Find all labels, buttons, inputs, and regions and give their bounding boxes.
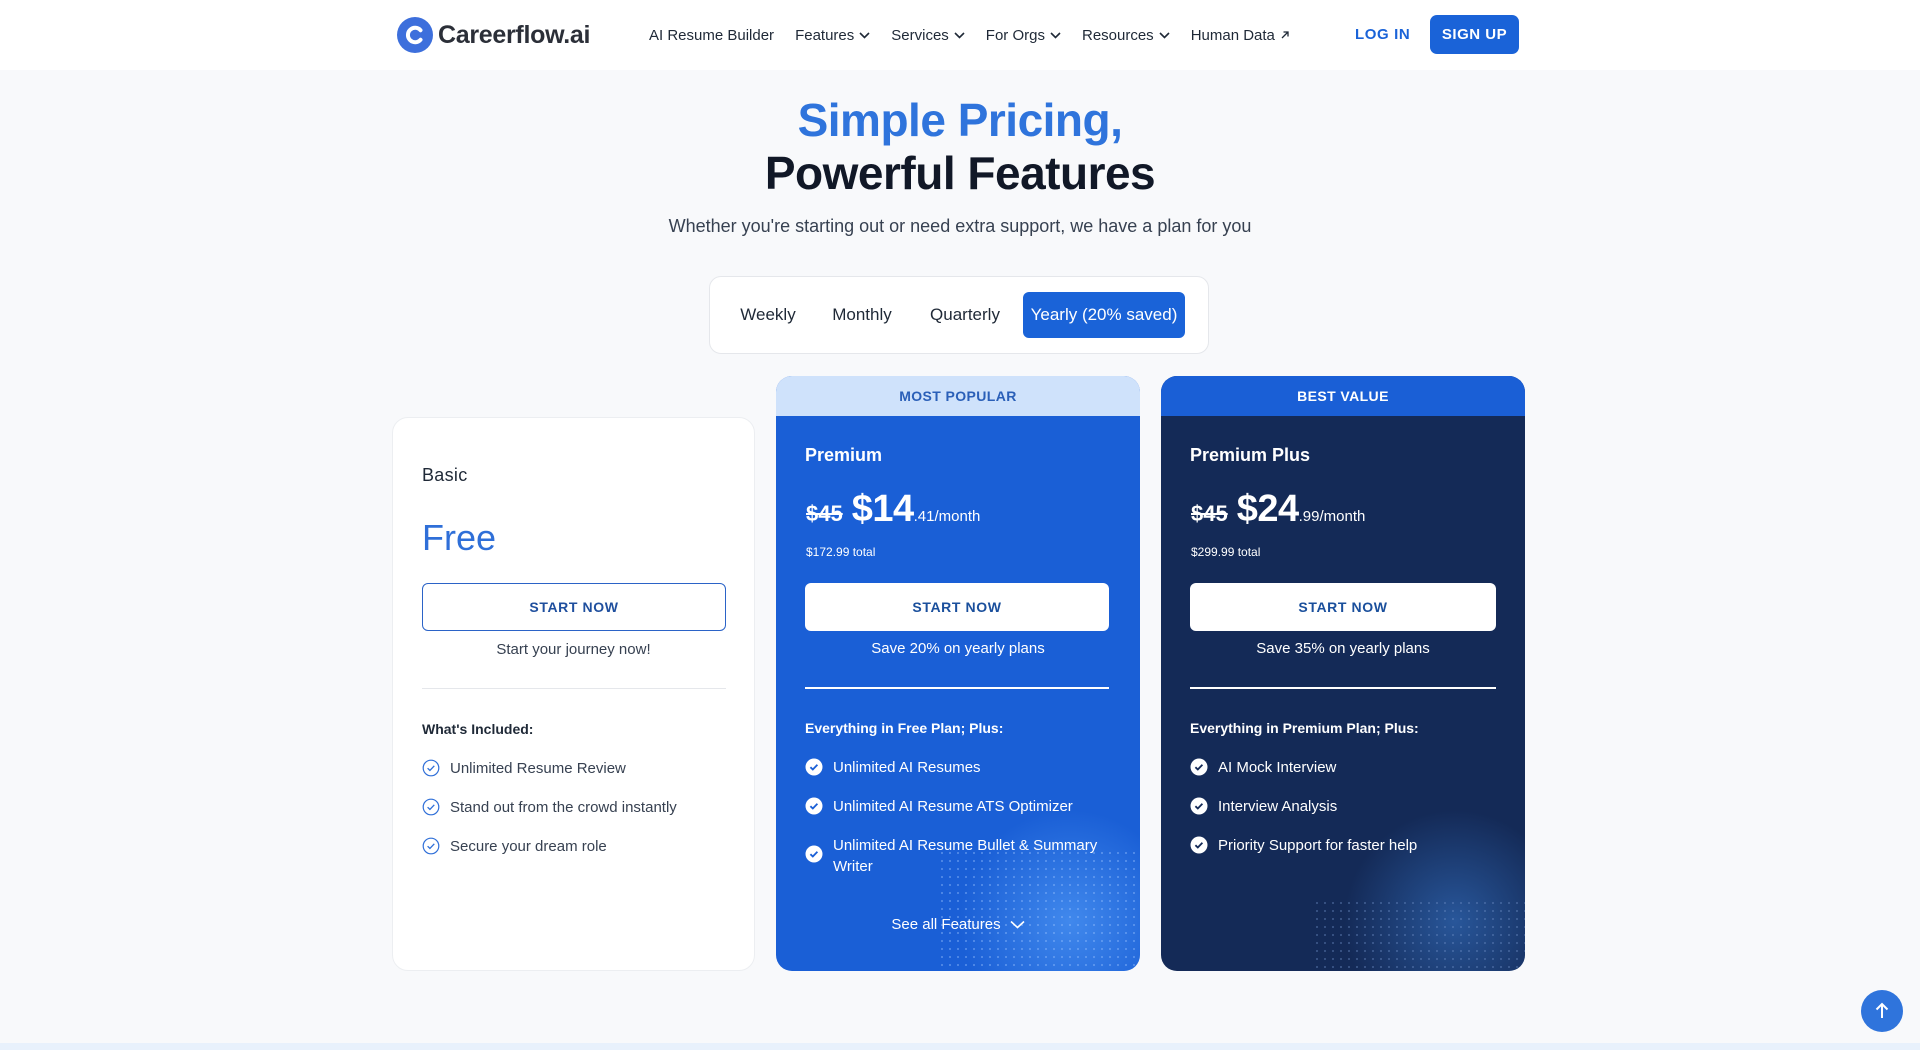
discounted-price: $24 <box>1236 488 1299 530</box>
feature-item: Interview Analysis <box>1190 796 1488 817</box>
nav-services[interactable]: Services <box>891 27 965 44</box>
plan-name: Basic <box>422 465 468 485</box>
plan-note: Save 20% on yearly plans <box>871 640 1045 657</box>
feature-text: Priority Support for faster help <box>1218 837 1418 854</box>
arrow-up-icon <box>1875 1002 1889 1018</box>
feature-text: Stand out from the crowd instantly <box>450 799 677 816</box>
feature-item: AI Mock Interview <box>1190 757 1488 778</box>
included-heading: Everything in Premium Plan; Plus: <box>1190 720 1419 736</box>
dot-pattern-decoration <box>1315 901 1525 971</box>
original-price: $45 <box>1191 501 1228 526</box>
hero-subtitle: Whether you're starting out or need extr… <box>668 216 1252 236</box>
check-circle-icon <box>422 759 440 777</box>
total-price: $299.99 total <box>1191 545 1261 559</box>
scroll-to-top-button[interactable] <box>1861 990 1903 1032</box>
nav-human-data[interactable]: Human Data <box>1191 27 1290 44</box>
hero-title-line-2: Powerful Features <box>764 147 1156 199</box>
feature-text: Unlimited AI Resume ATS Optimizer <box>833 798 1073 815</box>
original-price: $45 <box>806 501 843 526</box>
most-popular-badge: MOST POPULAR <box>776 376 1140 416</box>
feature-text: Unlimited Resume Review <box>450 760 626 777</box>
plan-note: Start your journey now! <box>496 641 651 658</box>
check-circle-icon <box>805 758 823 776</box>
nav-resources[interactable]: Resources <box>1082 27 1170 44</box>
check-circle-icon <box>1190 836 1208 854</box>
feature-item: Unlimited AI Resume ATS Optimizer <box>805 796 1103 817</box>
nav-label: For Orgs <box>985 26 1045 44</box>
plan-card-basic: Basic Free START NOW Start your journey … <box>392 417 755 971</box>
feature-text: Interview Analysis <box>1218 798 1338 815</box>
plan-note: Save 35% on yearly plans <box>1256 640 1430 657</box>
main-menu: AI Resume Builder Features Services For … <box>649 23 1311 47</box>
discounted-price: $14 <box>851 488 914 530</box>
best-value-badge: BEST VALUE <box>1161 376 1525 416</box>
start-now-button[interactable]: START NOW <box>422 583 726 631</box>
price-row: $45 $14 .41/month <box>806 488 980 531</box>
feature-item: Unlimited AI Resume Bullet & Summary Wri… <box>805 835 1103 877</box>
feature-text: Secure your dream role <box>450 838 607 855</box>
feature-item: Unlimited AI Resumes <box>805 757 1103 778</box>
nav-label: Human Data <box>1190 26 1275 44</box>
divider <box>1190 687 1496 689</box>
check-circle-icon <box>805 845 823 863</box>
check-circle-icon <box>422 837 440 855</box>
chevron-down-icon <box>954 31 965 39</box>
signup-button[interactable]: SIGN UP <box>1430 15 1519 54</box>
start-now-button[interactable]: START NOW <box>805 583 1109 631</box>
plan-name: Premium Plus <box>1190 445 1311 465</box>
nav-for-orgs[interactable]: For Orgs <box>986 27 1061 44</box>
plan-name: Premium <box>805 445 883 465</box>
chevron-down-icon <box>1159 31 1170 39</box>
feature-text: Unlimited AI Resume Bullet & Summary Wri… <box>833 837 1098 875</box>
hero-title-line-1: Simple Pricing, <box>797 94 1123 146</box>
brand-name: Careerflow.ai <box>438 20 591 49</box>
divider <box>422 688 726 689</box>
divider <box>805 687 1109 689</box>
plan-card-premium-plus: BEST VALUE Premium Plus $45 $24 .99/mont… <box>1161 376 1525 971</box>
brand-logo[interactable]: Careerflow.ai <box>397 16 590 54</box>
chevron-down-icon <box>859 31 870 39</box>
nav-features[interactable]: Features <box>795 27 870 44</box>
price-suffix: .99/month <box>1298 508 1366 525</box>
feature-item: Stand out from the crowd instantly <box>422 797 720 818</box>
feature-item: Secure your dream role <box>422 836 720 857</box>
price-suffix: .41/month <box>913 508 981 525</box>
tab-monthly[interactable]: Monthly <box>822 292 902 338</box>
nav-ai-resume-builder[interactable]: AI Resume Builder <box>649 27 774 44</box>
plan-price: Free <box>422 517 497 558</box>
nav-label: Resources <box>1081 26 1154 44</box>
check-circle-icon <box>1190 797 1208 815</box>
included-heading: What's Included: <box>422 721 534 737</box>
top-navigation-bar: Careerflow.ai AI Resume Builder Features… <box>0 0 1920 70</box>
nav-label: Services <box>891 26 949 44</box>
nav-label: AI Resume Builder <box>649 26 775 44</box>
check-circle-icon <box>422 798 440 816</box>
price-row: $45 $24 .99/month <box>1191 488 1365 531</box>
tab-quarterly[interactable]: Quarterly <box>920 292 1010 338</box>
chevron-down-icon <box>1010 920 1025 929</box>
tab-weekly[interactable]: Weekly <box>732 292 804 338</box>
careerflow-logo-icon <box>397 17 433 53</box>
see-all-label: See all Features <box>891 916 1001 933</box>
nav-label: Features <box>795 26 855 44</box>
start-now-button[interactable]: START NOW <box>1190 583 1496 631</box>
check-circle-icon <box>805 797 823 815</box>
feature-item: Priority Support for faster help <box>1190 835 1488 856</box>
feature-text: AI Mock Interview <box>1218 759 1337 776</box>
plan-card-premium: MOST POPULAR Premium $45 $14 .41/month $… <box>776 376 1140 971</box>
feature-text: Unlimited AI Resumes <box>833 759 981 776</box>
feature-item: Unlimited Resume Review <box>422 758 720 779</box>
total-price: $172.99 total <box>806 545 876 559</box>
chevron-down-icon <box>1050 31 1061 39</box>
next-section-edge <box>0 1043 1920 1050</box>
check-circle-icon <box>1190 758 1208 776</box>
included-heading: Everything in Free Plan; Plus: <box>805 720 1004 736</box>
see-all-features-link[interactable]: See all Features <box>776 916 1140 933</box>
tab-yearly[interactable]: Yearly (20% saved) <box>1023 292 1185 338</box>
external-arrow-icon <box>1281 31 1289 39</box>
billing-period-toggle: Weekly Monthly Quarterly Yearly (20% sav… <box>709 276 1209 354</box>
login-link[interactable]: LOG IN <box>1355 23 1410 47</box>
